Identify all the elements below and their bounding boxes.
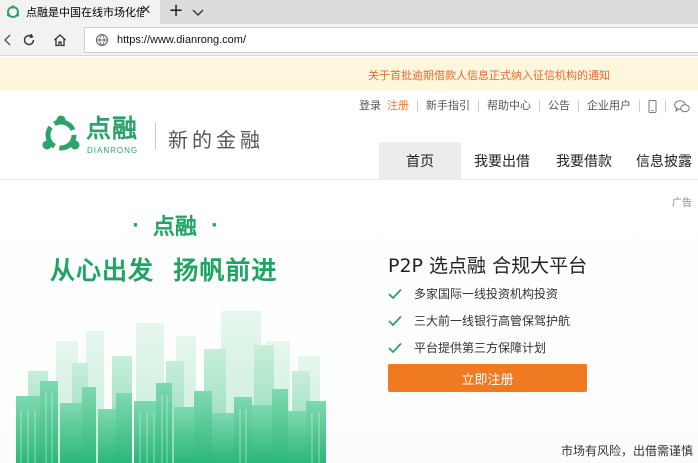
announcement-link[interactable]: 公告: [539, 100, 578, 112]
nav-borrow[interactable]: 我要借款: [543, 142, 625, 180]
nav-home[interactable]: 首页: [379, 142, 461, 180]
banner-brand-text: 点融: [152, 215, 197, 240]
notice-link[interactable]: 关于首批逾期借款人信息正式纳入征信机构的通知: [368, 67, 610, 83]
site-header: 点融 DIANRONG 新的金融 登录 注册 新手指引 帮助中心 公告 企业用户…: [0, 91, 698, 180]
browser-tab[interactable]: 点融是中国在线市场化借 ✕: [0, 0, 160, 24]
login-link[interactable]: 登录: [351, 100, 385, 112]
feature-text: 多家国际一线投资机构投资: [414, 287, 559, 301]
home-button[interactable]: [47, 28, 73, 52]
banner-brand: · 点融 ·: [118, 209, 232, 241]
home-icon: [54, 34, 66, 47]
feature-text: 三大前一线银行高管保驾护航: [414, 314, 571, 328]
address-url: https://www.dianrong.com/: [117, 34, 247, 46]
new-tab-button[interactable]: +: [166, 1, 186, 23]
enterprise-link[interactable]: 企业用户: [578, 100, 639, 112]
brand-dot-left: ·: [132, 214, 139, 236]
p2p-title: P2P 选点融 合规大平台: [388, 255, 588, 277]
tab-title: 点融是中国在线市场化借: [26, 6, 144, 19]
page-icon: [95, 33, 109, 47]
help-link[interactable]: 帮助中心: [478, 100, 539, 112]
mobile-icon: [648, 99, 657, 113]
brand-dot-right: ·: [210, 214, 218, 236]
banner-headline: 从心出发 扬帆前进: [50, 256, 278, 285]
close-icon[interactable]: ✕: [138, 3, 154, 19]
ad-label: 广告: [672, 198, 692, 209]
feature-item: 平台提供第三方保障计划: [388, 334, 570, 361]
wechat-link[interactable]: [665, 99, 698, 112]
logo-text[interactable]: 点融: [86, 109, 138, 145]
check-icon: [388, 288, 402, 299]
slogan: 新的金融: [168, 128, 264, 152]
browser-toolbar: https://www.dianrong.com/: [0, 24, 698, 56]
mobile-app-link[interactable]: [639, 99, 665, 113]
dianrong-favicon-icon: [6, 5, 20, 18]
top-links: 登录 注册 新手指引 帮助中心 公告 企业用户: [351, 98, 698, 114]
wechat-icon: [674, 99, 690, 112]
feature-item: 多家国际一线投资机构投资: [388, 280, 570, 307]
register-now-button[interactable]: 立即注册: [388, 364, 587, 392]
logo-english: DIANRONG: [87, 146, 139, 155]
feature-list: 多家国际一线投资机构投资 三大前一线银行高管保驾护航 平台提供第三方保障计划: [388, 280, 570, 361]
main-nav: 首页 我要出借 我要借款 信息披露: [379, 142, 698, 180]
risk-warning: 市场有风险，出借需谨慎: [560, 444, 693, 458]
refresh-button[interactable]: [16, 28, 42, 52]
feature-text: 平台提供第三方保障计划: [414, 341, 547, 355]
address-bar[interactable]: https://www.dianrong.com/: [84, 27, 698, 53]
register-link[interactable]: 注册: [385, 100, 417, 112]
nav-disclosure[interactable]: 信息披露: [625, 142, 698, 180]
city-skyline-illustration: [16, 311, 326, 463]
tab-strip: 点融是中国在线市场化借 ✕ +: [0, 0, 698, 24]
dianrong-logo-icon[interactable]: [39, 115, 83, 155]
logo-divider: [155, 123, 156, 149]
guide-link[interactable]: 新手指引: [417, 100, 478, 112]
hero-banner[interactable]: 广告 · 点融 · 从心出发 扬帆前进 P2P 选点融 合规大平台 多家国际一线…: [0, 181, 698, 463]
chevron-down-icon[interactable]: [190, 3, 206, 21]
notice-bar: 关于首批逾期借款人信息正式纳入征信机构的通知: [0, 57, 698, 91]
refresh-icon: [23, 33, 35, 46]
back-arrow-icon: [4, 34, 11, 46]
check-icon: [388, 342, 402, 353]
nav-invest[interactable]: 我要出借: [461, 142, 543, 180]
check-icon: [388, 315, 402, 326]
feature-item: 三大前一线银行高管保驾护航: [388, 307, 570, 334]
